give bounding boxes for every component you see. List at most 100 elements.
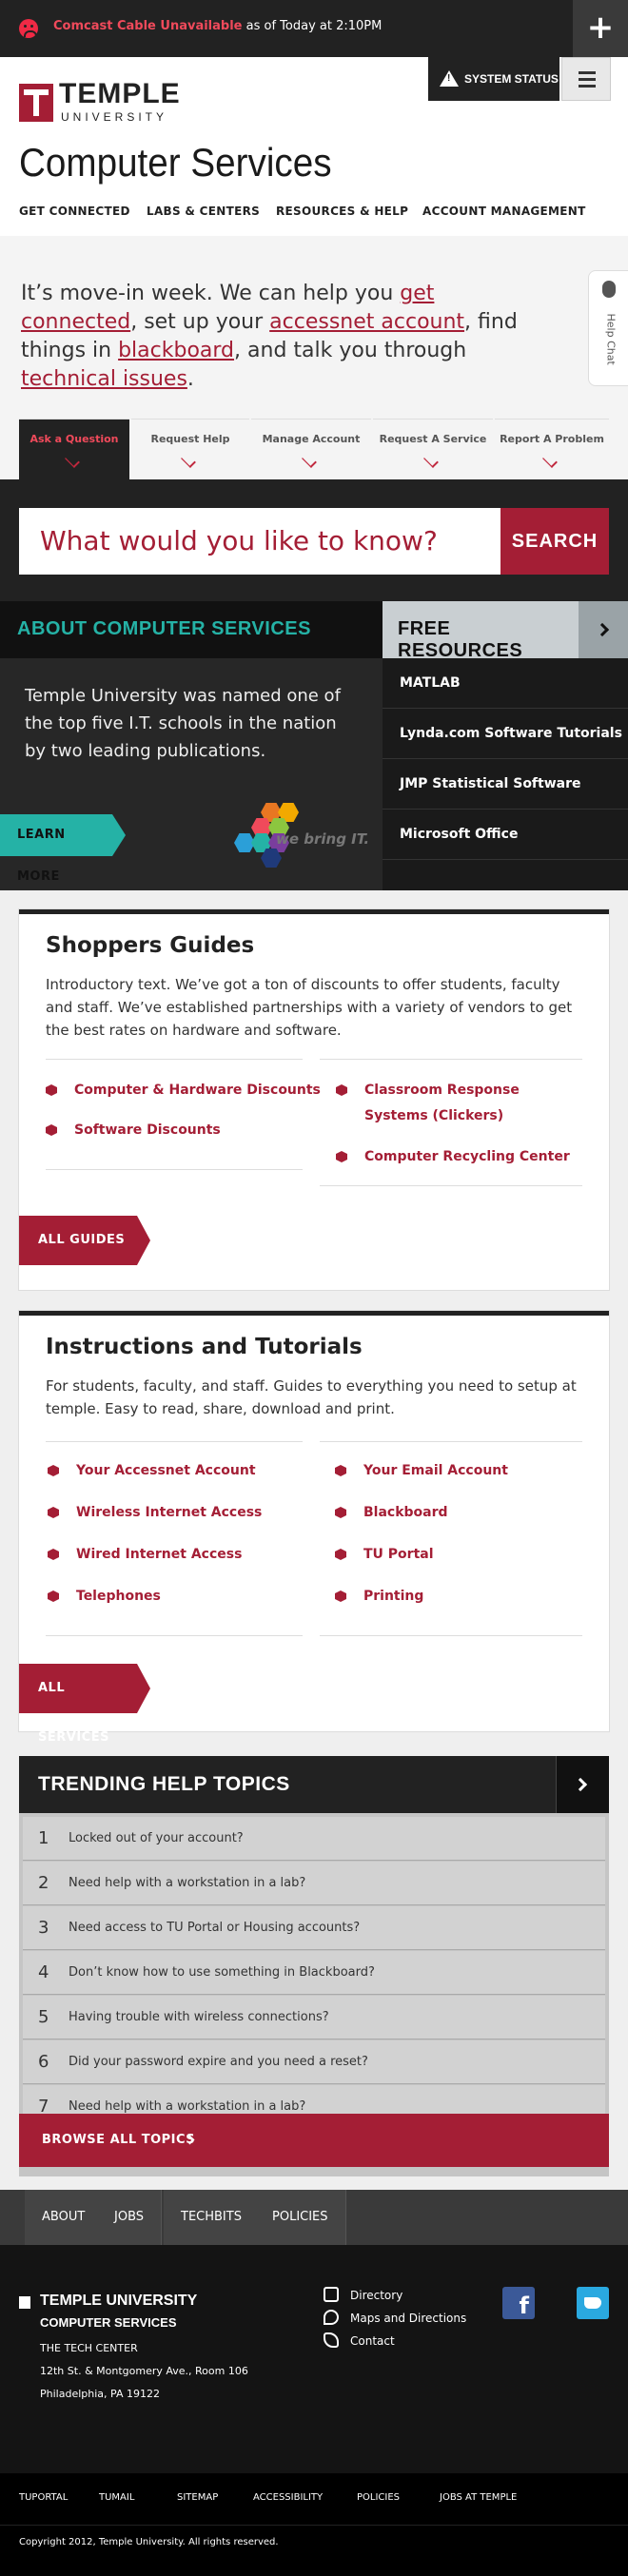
link-software-discounts[interactable]: Software Discounts	[46, 1118, 221, 1143]
link-computer-recycling[interactable]: Computer Recycling Center	[336, 1144, 570, 1170]
chevron-down-icon	[302, 453, 317, 468]
instructions-card: Instructions and Tutorials For students,…	[19, 1311, 609, 1745]
action-tabs: Ask a Question Request Help Manage Accou…	[19, 419, 609, 479]
resource-jmp[interactable]: JMP Statistical Software	[383, 759, 628, 810]
bottom-link-accessibility[interactable]: ACCESSIBILITY	[253, 2492, 323, 2503]
footer-address-2: 12th St. & Montgomery Ave., Room 106	[40, 2365, 248, 2377]
nav-resources-help[interactable]: RESOURCES & HELP	[276, 205, 408, 218]
resource-lynda[interactable]: Lynda.com Software Tutorials	[383, 709, 628, 759]
tab-report-problem[interactable]: Report A Problem	[495, 419, 609, 479]
cube-icon	[48, 1549, 59, 1560]
footer-nav: ABOUT JOBS TECHBITS POLICIES	[0, 2190, 628, 2245]
resource-microsoft-office[interactable]: Microsoft Office	[383, 810, 628, 860]
browse-all-topics-button[interactable]: BROWSE ALL TOPICS	[19, 2114, 609, 2167]
cube-icon	[336, 1084, 347, 1096]
intro-text: It’s move-in week. We can help you get c…	[21, 282, 518, 391]
logo-wordmark[interactable]: TEMPLE	[59, 80, 181, 108]
system-status-label: SYSTEM STATUS	[464, 72, 559, 86]
link-wireless[interactable]: Wireless Internet Access	[48, 1500, 262, 1526]
directory-icon	[324, 2287, 339, 2302]
link-telephones[interactable]: Telephones	[48, 1584, 161, 1610]
chevron-right-icon[interactable]	[556, 1756, 609, 1813]
link-tu-portal[interactable]: TU Portal	[335, 1542, 434, 1568]
footer-nav-about[interactable]: ABOUT	[25, 2190, 104, 2245]
chevron-right-icon[interactable]	[579, 601, 628, 658]
trending-item[interactable]: 3 Need access to TU Portal or Housing acc…	[23, 1906, 605, 1950]
resource-matlab[interactable]: MATLAB	[383, 658, 628, 709]
cube-icon	[335, 1507, 346, 1518]
all-guides-button[interactable]: ALL GUIDES	[19, 1216, 150, 1265]
copyright-bar: Copyright 2012, Temple University. All r…	[0, 2525, 628, 2576]
link-accessnet[interactable]: Your Accessnet Account	[48, 1458, 256, 1484]
footer-link-contact[interactable]: Contact	[350, 2334, 395, 2348]
system-status-button[interactable]: SYSTEM STATUS	[428, 57, 559, 101]
cube-icon	[46, 1124, 57, 1136]
page-title: Computer Services	[19, 140, 332, 185]
nav-labs-centers[interactable]: LABS & CENTERS	[147, 205, 260, 218]
footer-address-1: THE TECH CENTER	[40, 2342, 138, 2354]
cube-icon	[336, 1151, 347, 1162]
chevron-down-icon	[181, 453, 196, 468]
chevron-down-icon	[542, 453, 558, 468]
search-input[interactable]: What would you like to know?	[19, 508, 500, 575]
cube-icon	[48, 1507, 59, 1518]
footer-org-name: TEMPLE UNIVERSITY	[40, 2293, 198, 2309]
footer-nav-techbits[interactable]: TECHBITS	[164, 2190, 260, 2245]
all-services-button[interactable]: ALL SERVICES	[19, 1664, 150, 1745]
facebook-icon[interactable]: f	[502, 2287, 535, 2319]
learn-more-button[interactable]: LEARN MORE	[0, 814, 126, 884]
trending-item[interactable]: 5 Having trouble with wireless connection…	[23, 1996, 605, 2039]
search-button[interactable]: SEARCH	[500, 508, 609, 575]
shoppers-title: Shoppers Guides	[46, 933, 255, 958]
bottom-link-jobs[interactable]: JOBS AT TEMPLE	[440, 2492, 517, 2503]
link-wired[interactable]: Wired Internet Access	[48, 1542, 242, 1568]
tab-manage-account[interactable]: Manage Account	[251, 419, 371, 479]
tab-request-help[interactable]: Request Help	[131, 419, 249, 479]
trending-item[interactable]: 1 Locked out of your account?	[23, 1817, 605, 1861]
bottom-link-sitemap[interactable]: SITEMAP	[177, 2492, 218, 2503]
alert-text[interactable]: Comcast Cable Unavailable as of Today at…	[53, 19, 382, 33]
warning-icon	[440, 70, 459, 87]
cube-icon	[335, 1465, 346, 1476]
temple-t-logo-icon	[19, 2296, 30, 2309]
footer-nav-jobs[interactable]: JOBS	[97, 2190, 163, 2245]
help-chat-tab[interactable]: Help Chat	[588, 270, 628, 386]
link-accessnet-account[interactable]: accessnet account	[269, 310, 464, 334]
bottom-link-tumail[interactable]: TUMAIL	[99, 2492, 134, 2503]
free-resources-heading: FREE RESOURCES	[383, 601, 579, 661]
link-classroom-response[interactable]: Classroom Response Systems (Clickers)	[336, 1078, 583, 1129]
nav-get-connected[interactable]: GET CONNECTED	[19, 205, 130, 218]
link-email[interactable]: Your Email Account	[335, 1458, 508, 1484]
copyright-text: Copyright 2012, Temple University. All r…	[19, 2537, 279, 2547]
bottom-links: TUPORTAL TUMAIL SITEMAP ACCESSIBILITY PO…	[0, 2473, 628, 2525]
tab-request-service[interactable]: Request A Service	[373, 419, 493, 479]
sad-face-icon	[19, 19, 38, 38]
link-technical-issues[interactable]: technical issues	[21, 367, 187, 391]
footer-nav-policies[interactable]: POLICIES	[255, 2190, 346, 2245]
help-chat-label: Help Chat	[604, 313, 618, 365]
alert-title: Comcast Cable Unavailable	[53, 19, 243, 33]
shoppers-text: Introductory text. We’ve got a ton of di…	[46, 976, 573, 1039]
footer-link-maps[interactable]: Maps and Directions	[350, 2312, 466, 2325]
nav-account-management[interactable]: ACCOUNT MANAGEMENT	[422, 205, 586, 218]
temple-t-logo-icon[interactable]	[19, 84, 53, 122]
menu-hamburger-icon[interactable]	[561, 57, 611, 101]
tagline: we bring IT.	[276, 830, 370, 848]
bottom-link-policies[interactable]: POLICIES	[357, 2492, 400, 2503]
cube-icon	[48, 1590, 59, 1602]
link-blackboard[interactable]: blackboard	[118, 339, 234, 362]
link-computer-hardware-discounts[interactable]: Computer & Hardware Discounts	[46, 1078, 321, 1103]
instructions-title: Instructions and Tutorials	[46, 1335, 363, 1359]
trending-item[interactable]: 2 Need help with a workstation in a lab?	[23, 1862, 605, 1905]
trending-item[interactable]: 4 Don’t know how to use something in Blac…	[23, 1951, 605, 1995]
footer-link-directory[interactable]: Directory	[350, 2289, 402, 2302]
expand-plus-icon[interactable]: +	[573, 0, 628, 57]
trending-item[interactable]: 6 Did your password expire and you need a…	[23, 2040, 605, 2084]
tab-ask-question[interactable]: Ask a Question	[19, 419, 129, 479]
link-blackboard-guide[interactable]: Blackboard	[335, 1500, 448, 1526]
trending-heading: TRENDING HELP TOPICS	[19, 1756, 556, 1813]
link-printing[interactable]: Printing	[335, 1584, 423, 1610]
bottom-link-tuportal[interactable]: TUPORTAL	[19, 2492, 68, 2503]
twitter-icon[interactable]	[577, 2287, 609, 2319]
instructions-text: For students, faculty, and staff. Guides…	[46, 1377, 577, 1417]
